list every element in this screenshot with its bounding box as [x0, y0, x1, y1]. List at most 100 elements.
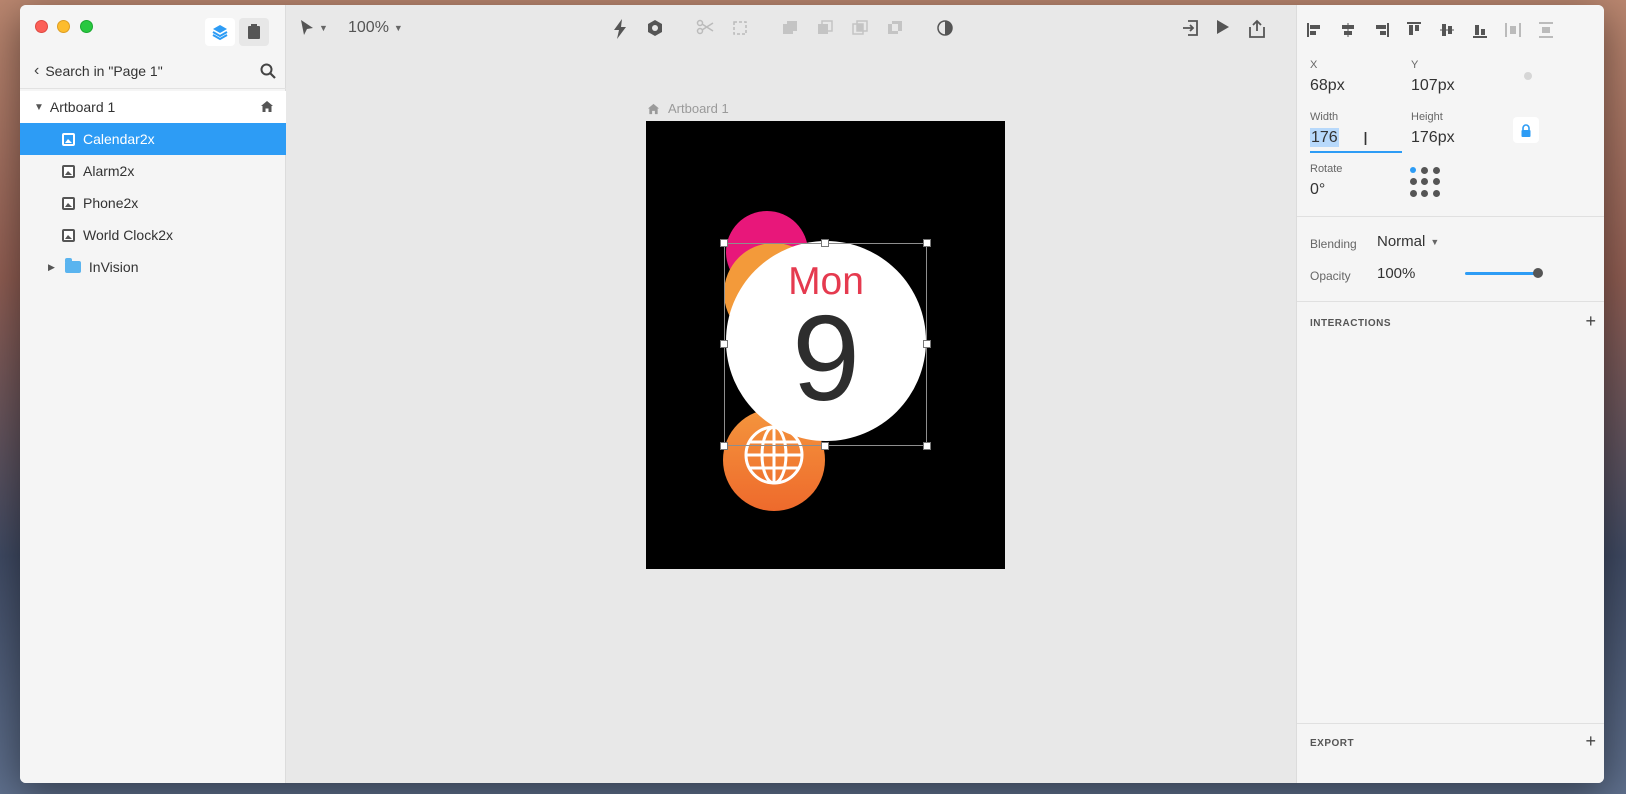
height-label: Height [1411, 111, 1443, 123]
layer-item[interactable]: Phone2x [20, 187, 286, 219]
align-top-button[interactable] [1399, 19, 1429, 41]
resize-handle[interactable] [821, 442, 829, 450]
align-center-h-button[interactable] [1333, 19, 1363, 41]
distribute-v-icon [1539, 22, 1553, 38]
layer-label: Calendar2x [83, 131, 155, 147]
layer-item[interactable]: World Clock2x [20, 219, 286, 251]
width-label: Width [1310, 111, 1339, 123]
align-bottom-icon [1473, 25, 1487, 38]
y-field[interactable]: 107px [1411, 77, 1455, 95]
x-field[interactable]: 68px [1310, 77, 1345, 95]
add-interaction-button[interactable]: + [1585, 311, 1596, 332]
boolean-subtract-icon [818, 20, 833, 34]
align-middle-button[interactable] [1432, 19, 1462, 41]
resize-handle[interactable] [923, 442, 931, 450]
layers-panel: ‹ Search in "Page 1" ▼ Artboard 1 Calend… [20, 5, 286, 783]
scissors-button[interactable] [696, 19, 714, 35]
artboard[interactable]: Mon 9 [646, 121, 1005, 569]
import-button[interactable] [1182, 19, 1200, 37]
select-tool[interactable]: ▼ [300, 19, 328, 37]
zoom-label: 100% [348, 19, 389, 36]
maximize-window-button[interactable] [80, 20, 93, 33]
align-left-button[interactable] [1300, 19, 1330, 41]
boolean-exclude-button[interactable] [886, 19, 904, 37]
artboard-title[interactable]: Artboard 1 [647, 101, 729, 116]
back-chevron-icon[interactable]: ‹ [34, 62, 39, 80]
resize-handle[interactable] [720, 340, 728, 348]
responsive-resize-indicator[interactable] [1524, 72, 1532, 80]
home-icon [647, 103, 660, 114]
boolean-intersect-button[interactable] [851, 19, 869, 37]
interactions-title: INTERACTIONS [1310, 318, 1391, 329]
resize-handle[interactable] [720, 239, 728, 247]
chevron-down-icon: ▼ [393, 23, 403, 33]
layers-icon [212, 25, 228, 41]
resize-handle[interactable] [821, 239, 829, 247]
boolean-subtract-button[interactable] [816, 19, 834, 37]
home-icon[interactable] [260, 100, 274, 113]
blending-value: Normal [1377, 233, 1426, 250]
layer-artboard[interactable]: ▼ Artboard 1 [20, 91, 286, 123]
canvas-area[interactable]: ▼ 100% ▼ Artboard 1 Mon 9 [286, 5, 1296, 783]
export-title: EXPORT [1310, 738, 1355, 749]
height-field[interactable]: 176px [1411, 129, 1455, 147]
selection-box[interactable] [720, 239, 931, 450]
lightning-button[interactable] [612, 19, 628, 39]
hexagon-icon [648, 20, 662, 36]
folder-icon [64, 258, 81, 273]
component-button[interactable] [646, 19, 664, 37]
expand-caret-icon[interactable]: ▼ [34, 102, 44, 113]
layer-label: Alarm2x [83, 163, 135, 179]
distribute-h-icon [1505, 23, 1521, 37]
chevron-down-icon: ▼ [1430, 236, 1440, 247]
blending-dropdown[interactable]: Normal ▼ [1377, 233, 1439, 250]
mask-button[interactable] [936, 19, 954, 37]
repeat-grid-button[interactable] [731, 19, 749, 37]
layers-tab[interactable] [205, 18, 235, 46]
share-button[interactable] [1248, 19, 1266, 39]
transform-origin-grid[interactable] [1410, 167, 1442, 199]
layer-folder[interactable]: ▶ InVision [20, 251, 286, 283]
align-middle-icon [1440, 24, 1454, 36]
width-field[interactable]: 176 [1310, 128, 1402, 153]
zoom-dropdown[interactable]: 100% ▼ [344, 19, 403, 37]
text-cursor-icon: I [1363, 129, 1369, 149]
import-icon [1183, 20, 1198, 36]
layer-label: World Clock2x [83, 227, 173, 243]
resize-handle[interactable] [720, 442, 728, 450]
search-scope-row[interactable]: ‹ Search in "Page 1" [20, 53, 286, 89]
minimize-window-button[interactable] [57, 20, 70, 33]
rotate-field[interactable]: 0° [1310, 181, 1325, 199]
divider [1297, 301, 1604, 302]
boolean-intersect-icon [852, 20, 868, 35]
layer-item[interactable]: Alarm2x [20, 155, 286, 187]
add-export-button[interactable]: + [1585, 731, 1596, 752]
align-bottom-button[interactable] [1465, 19, 1495, 41]
opacity-slider[interactable] [1465, 272, 1539, 275]
assets-tab[interactable] [239, 18, 269, 46]
play-button[interactable] [1216, 19, 1230, 35]
align-left-icon [1307, 23, 1320, 37]
resize-handle[interactable] [923, 239, 931, 247]
align-right-button[interactable] [1366, 19, 1396, 41]
lock-aspect-button[interactable] [1513, 117, 1539, 143]
distribute-v-button[interactable] [1531, 19, 1561, 41]
opacity-slider-knob[interactable] [1533, 268, 1543, 278]
repeat-grid-icon [733, 21, 747, 35]
close-window-button[interactable] [35, 20, 48, 33]
x-label: X [1310, 59, 1318, 71]
alignment-toolbar [1297, 19, 1561, 41]
assets-icon [248, 24, 260, 39]
rotate-label: Rotate [1310, 163, 1343, 175]
opacity-field[interactable]: 100% [1377, 265, 1415, 282]
image-icon [62, 132, 75, 146]
boolean-add-button[interactable] [781, 19, 799, 37]
search-scope-label: Search in "Page 1" [45, 62, 163, 79]
image-icon [62, 164, 75, 178]
resize-handle[interactable] [923, 340, 931, 348]
search-icon[interactable] [260, 63, 276, 79]
layer-item[interactable]: Calendar2x [20, 123, 286, 155]
collapse-caret-icon[interactable]: ▶ [48, 262, 55, 273]
distribute-h-button[interactable] [1498, 19, 1528, 41]
scissors-icon [696, 19, 714, 35]
